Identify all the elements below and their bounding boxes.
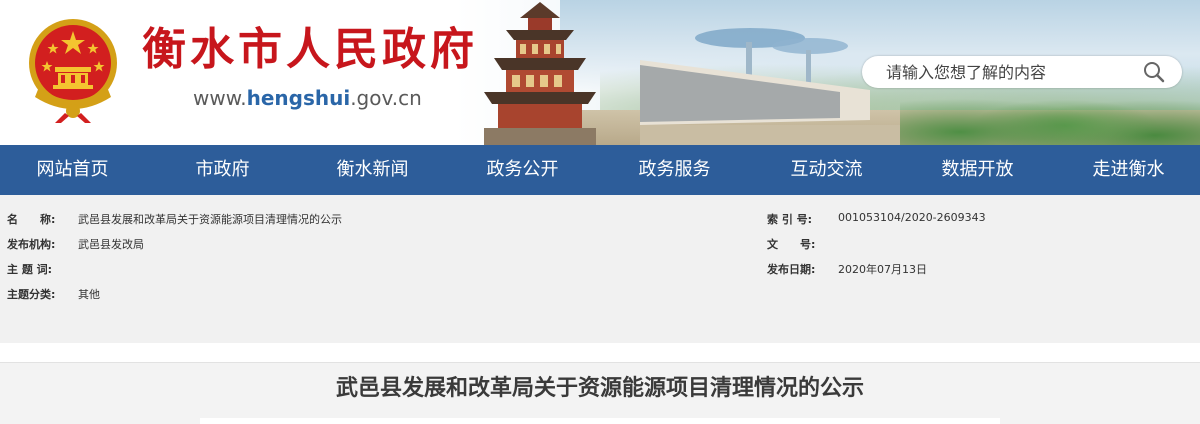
nav-item-city-government[interactable]: 市政府: [160, 145, 285, 195]
name-label: 名 称:: [7, 213, 56, 226]
pagoda-tower-illustration: [484, 2, 596, 145]
document-info-panel: 名 称: 武邑县发展和改革局关于资源能源项目清理情况的公示 发布机构: 武邑县发…: [0, 195, 1200, 343]
national-emblem-icon: [29, 19, 117, 123]
document-number-label: 文 号:: [767, 238, 816, 251]
nav-item-interaction[interactable]: 互动交流: [764, 145, 889, 195]
search-input[interactable]: [886, 60, 1136, 84]
publish-date-label: 发布日期:: [767, 263, 816, 276]
nav-item-home[interactable]: 网站首页: [10, 145, 135, 195]
section-spacer: [0, 343, 1200, 363]
category-label: 主题分类:: [7, 288, 56, 301]
main-nav: 网站首页 市政府 衡水新闻 政务公开 政务服务 互动交流 数据开放 走进衡水: [0, 145, 1200, 195]
nav-item-gov-affairs-open[interactable]: 政务公开: [460, 145, 585, 195]
site-url-domain: hengshui: [246, 86, 351, 110]
lotus-pond-background: [900, 80, 1200, 145]
site-url-suffix: .gov.cn: [350, 86, 422, 110]
article-title: 武邑县发展和改革局关于资源能源项目清理情况的公示: [335, 376, 864, 401]
article-content-panel: [200, 418, 1000, 424]
category-value: 其他: [78, 288, 100, 301]
nav-item-about-hengshui[interactable]: 走进衡水: [1066, 145, 1191, 195]
publisher-value: 武邑县发改局: [78, 238, 144, 251]
modern-building-illustration: [640, 28, 900, 145]
site-title: 衡水市人民政府: [142, 24, 478, 75]
name-value: 武邑县发展和改革局关于资源能源项目清理情况的公示: [78, 213, 342, 226]
site-header: 衡水市人民政府 www.hengshui.gov.cn: [0, 0, 1200, 145]
nav-item-gov-services[interactable]: 政务服务: [612, 145, 737, 195]
site-url: www.hengshui.gov.cn: [193, 86, 422, 110]
nav-item-open-data[interactable]: 数据开放: [915, 145, 1040, 195]
search-icon[interactable]: [1142, 60, 1166, 84]
keywords-label: 主 题 词:: [7, 263, 53, 276]
index-number-value: 001053104/2020-2609343: [838, 211, 986, 224]
search-box: [862, 56, 1182, 88]
nav-item-news[interactable]: 衡水新闻: [310, 145, 435, 195]
site-url-prefix: www.: [193, 86, 247, 110]
publish-date-value: 2020年07月13日: [838, 263, 927, 276]
index-number-label: 索 引 号:: [767, 213, 813, 226]
publisher-label: 发布机构:: [7, 238, 56, 251]
